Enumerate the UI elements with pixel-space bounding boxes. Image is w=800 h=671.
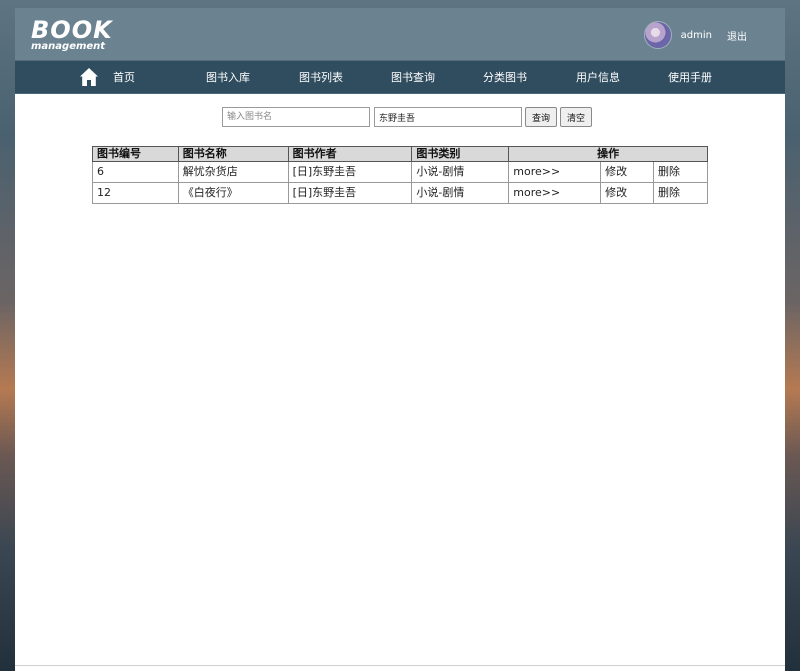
username: admin	[680, 29, 712, 41]
cell-author: [日]东野圭吾	[287, 182, 413, 204]
logo-main-text: BOOK	[31, 16, 113, 44]
main-content: 查询 清空 图书编号 图书名称 图书作者 图书类别 操作 6 解忧杂货店 [日]…	[15, 94, 785, 665]
delete-link[interactable]: 删除	[653, 182, 708, 204]
nav-item-book-stock-in[interactable]: 图书入库	[206, 61, 250, 93]
table-row: 6 解忧杂货店 [日]东野圭吾 小说-剧情 more>> 修改 删除	[92, 161, 708, 183]
table-header-row: 图书编号 图书名称 图书作者 图书类别 操作	[92, 146, 708, 162]
books-table: 图书编号 图书名称 图书作者 图书类别 操作 6 解忧杂货店 [日]东野圭吾 小…	[92, 146, 708, 204]
header: BOOK management admin 退出	[15, 8, 785, 60]
logout-link[interactable]: 退出	[727, 28, 747, 43]
delete-link[interactable]: 删除	[653, 161, 708, 183]
home-icon	[80, 68, 98, 86]
page-bottom-edge	[15, 665, 785, 671]
column-header-name: 图书名称	[177, 146, 289, 162]
cell-name: 解忧杂货店	[177, 161, 289, 183]
cell-id: 6	[92, 161, 179, 183]
cell-name: 《白夜行》	[177, 182, 289, 204]
nav-item-book-list[interactable]: 图书列表	[299, 61, 343, 93]
nav-item-user-manual[interactable]: 使用手册	[668, 61, 712, 93]
cell-author: [日]东野圭吾	[287, 161, 413, 183]
logo: BOOK management	[31, 18, 121, 54]
clear-button[interactable]: 清空	[560, 107, 593, 127]
avatar[interactable]	[643, 21, 672, 49]
user-area: admin 退出	[643, 21, 747, 49]
nav-home[interactable]: 首页	[79, 61, 135, 93]
column-header-actions: 操作	[508, 146, 708, 162]
column-header-author: 图书作者	[287, 146, 413, 162]
edit-link[interactable]: 修改	[600, 182, 655, 204]
column-header-id: 图书编号	[92, 146, 179, 162]
logo-sub-text: management	[31, 41, 106, 52]
nav-home-label: 首页	[113, 71, 135, 84]
more-link[interactable]: more>>	[508, 182, 602, 204]
author-input[interactable]	[374, 107, 522, 127]
more-link[interactable]: more>>	[508, 161, 602, 183]
column-header-category: 图书类别	[411, 146, 510, 162]
query-button[interactable]: 查询	[525, 107, 558, 127]
search-bar: 查询 清空	[222, 107, 593, 127]
nav-item-user-info[interactable]: 用户信息	[576, 61, 620, 93]
edit-link[interactable]: 修改	[600, 161, 655, 183]
nav-item-book-search[interactable]: 图书查询	[391, 61, 435, 93]
cell-id: 12	[92, 182, 179, 204]
main-nav: 首页 图书入库 图书列表 图书查询 分类图书 用户信息 使用手册	[15, 61, 785, 93]
nav-item-book-categories[interactable]: 分类图书	[483, 61, 527, 93]
book-name-input[interactable]	[222, 107, 370, 127]
cell-category: 小说-剧情	[411, 161, 510, 183]
table-row: 12 《白夜行》 [日]东野圭吾 小说-剧情 more>> 修改 删除	[92, 182, 708, 204]
cell-category: 小说-剧情	[411, 182, 510, 204]
